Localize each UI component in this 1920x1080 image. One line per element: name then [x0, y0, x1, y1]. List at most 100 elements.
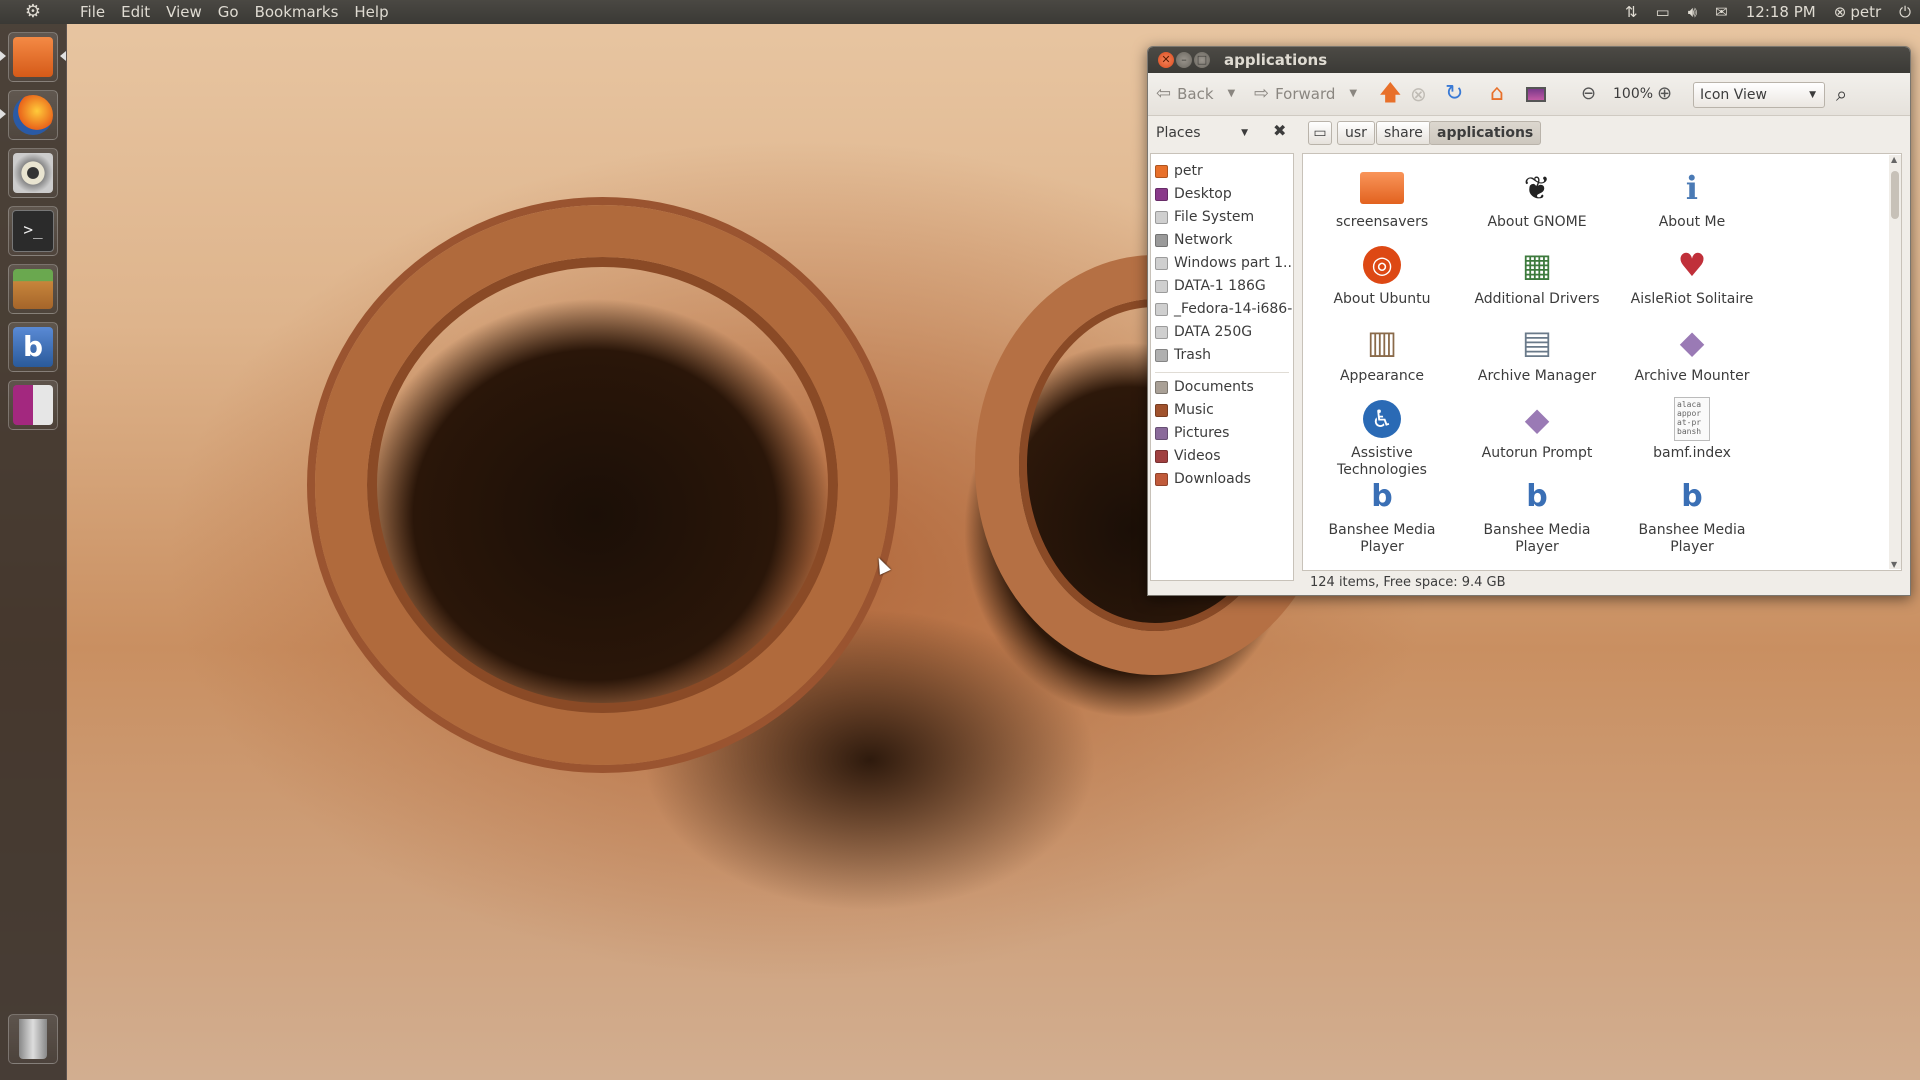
sidebar-item[interactable]: File System: [1155, 206, 1254, 228]
sidebar-item[interactable]: DATA-1 186G: [1155, 275, 1266, 297]
file-item[interactable]: ♥ AisleRiot Solitaire: [1617, 243, 1767, 308]
file-item[interactable]: ▤ Archive Manager: [1462, 320, 1612, 385]
breadcrumb-share[interactable]: share: [1376, 121, 1431, 145]
chevron-down-icon: ▼: [1241, 128, 1248, 138]
back-history-dropdown-icon[interactable]: ▼: [1228, 73, 1236, 115]
scroll-down-icon[interactable]: ▼: [1891, 560, 1897, 569]
file-item[interactable]: ❦ About GNOME: [1462, 166, 1612, 231]
cinnamon-stick-left: [315, 205, 890, 765]
sidebar-bookmark-item[interactable]: Music: [1155, 399, 1214, 421]
sidebar-item[interactable]: Desktop: [1155, 183, 1232, 205]
launcher: >_ b: [0, 24, 67, 1080]
network-arrows-icon[interactable]: ⇅: [1625, 0, 1638, 24]
launcher-rhythmbox[interactable]: [8, 148, 58, 198]
minimize-window-button[interactable]: –: [1176, 52, 1192, 68]
menu-go[interactable]: Go: [210, 0, 247, 24]
place-icon: [1155, 187, 1168, 201]
sidebar-item[interactable]: Windows part 1...: [1155, 252, 1293, 274]
launcher-home-folder[interactable]: [8, 32, 58, 82]
sidebar-item-label: petr: [1174, 163, 1203, 179]
file-item[interactable]: alaca appor at-pr bansh bamf.index: [1617, 397, 1767, 462]
zoom-level[interactable]: 100%: [1613, 73, 1653, 115]
sidebar-item-label: DATA 250G: [1174, 324, 1253, 340]
user-menu[interactable]: ⊗ petr: [1834, 0, 1881, 24]
file-item[interactable]: b Banshee Media Player: [1462, 474, 1612, 556]
launcher-terminal[interactable]: >_: [8, 206, 58, 256]
reload-button[interactable]: ↻: [1445, 73, 1463, 115]
file-item[interactable]: ◆ Autorun Prompt: [1462, 397, 1612, 462]
file-item[interactable]: ♿ Assistive Technologies: [1307, 397, 1457, 479]
file-item[interactable]: ℹ About Me: [1617, 166, 1767, 231]
file-label: Banshee Media Player: [1483, 522, 1591, 555]
forward-button[interactable]: ⇨ Forward ▼: [1254, 73, 1357, 115]
sidebar-item[interactable]: Trash: [1155, 344, 1211, 366]
maximize-window-button[interactable]: □: [1194, 52, 1210, 68]
menu-file[interactable]: File: [72, 0, 113, 24]
search-button[interactable]: ⌕: [1836, 73, 1847, 115]
power-icon[interactable]: ⏻: [1899, 0, 1911, 24]
zoom-in-button[interactable]: ⊕: [1657, 73, 1672, 115]
file-item[interactable]: b Banshee Media Player: [1617, 474, 1767, 556]
place-icon: [1155, 279, 1168, 293]
scroll-up-icon[interactable]: ▲: [1891, 155, 1897, 164]
file-item[interactable]: ◎ About Ubuntu: [1307, 243, 1457, 308]
workspaces-icon: [13, 385, 53, 425]
sidebar-item[interactable]: petr: [1155, 160, 1203, 182]
sidebar-item-label: Documents: [1174, 379, 1254, 395]
speaker-icon: [13, 153, 53, 193]
volume-icon[interactable]: 🔊︎: [1688, 0, 1697, 24]
home-button[interactable]: ⌂: [1490, 73, 1504, 115]
file-item[interactable]: ◆ Archive Mounter: [1617, 320, 1767, 385]
launcher-workspace-switcher[interactable]: [8, 380, 58, 430]
menu-view[interactable]: View: [158, 0, 210, 24]
ubuntu-logo-icon[interactable]: ⚙: [22, 1, 44, 23]
banshee-icon: b: [1526, 478, 1548, 514]
forward-history-dropdown-icon[interactable]: ▼: [1349, 73, 1357, 115]
window-titlebar[interactable]: ✕ – □ applications: [1148, 47, 1910, 73]
breadcrumb-root[interactable]: ▭: [1308, 121, 1332, 145]
chevron-down-icon: ▼: [1809, 90, 1816, 100]
menu-help[interactable]: Help: [346, 0, 396, 24]
user-info-icon: ℹ: [1685, 168, 1699, 207]
folder-icon: [1155, 449, 1168, 463]
sidebar-item[interactable]: Network: [1155, 229, 1232, 251]
breadcrumb-usr[interactable]: usr: [1337, 121, 1375, 145]
menu-bookmarks[interactable]: Bookmarks: [247, 0, 347, 24]
sidebar-bookmark-item[interactable]: Videos: [1155, 445, 1221, 467]
view-mode-select[interactable]: Icon View ▼: [1693, 82, 1825, 108]
sidebar-bookmark-item[interactable]: Pictures: [1155, 422, 1229, 444]
sidebar-item[interactable]: _Fedora-14-i686-: [1155, 298, 1292, 320]
file-manager-window: ✕ – □ applications ⇦ Back ▼ ⇨ Forward ▼ 🡅 ⊗ …: [1147, 46, 1911, 596]
launcher-trash[interactable]: [8, 1014, 58, 1064]
sidebar-bookmark-item[interactable]: Downloads: [1155, 468, 1251, 490]
close-window-button[interactable]: ✕: [1158, 52, 1174, 68]
launcher-firefox[interactable]: [8, 90, 58, 140]
sidebar-item[interactable]: DATA 250G: [1155, 321, 1252, 343]
file-item[interactable]: ▥ Appearance: [1307, 320, 1457, 385]
mail-icon[interactable]: ✉: [1715, 0, 1728, 24]
file-item[interactable]: ▦ Additional Drivers: [1462, 243, 1612, 308]
launcher-banshee[interactable]: b: [8, 322, 58, 372]
up-button[interactable]: 🡅: [1379, 73, 1402, 115]
cards-icon: ♥: [1677, 245, 1707, 284]
breadcrumb-applications[interactable]: applications: [1429, 121, 1542, 145]
menu-edit[interactable]: Edit: [113, 0, 158, 24]
file-item[interactable]: screensavers: [1307, 166, 1457, 231]
gnome-foot-icon: ❦: [1523, 168, 1551, 207]
sidebar-bookmark-item[interactable]: Documents: [1155, 376, 1254, 398]
scrollbar-thumb[interactable]: [1891, 171, 1899, 219]
computer-button[interactable]: [1526, 73, 1546, 115]
launcher-software-center[interactable]: [8, 264, 58, 314]
folder-icon: [1155, 426, 1168, 440]
display-icon[interactable]: ▭: [1656, 0, 1670, 24]
drivers-icon: ▦: [1521, 245, 1553, 284]
clock[interactable]: 12:18 PM: [1746, 0, 1816, 24]
sidebar-places-select[interactable]: Places ▼: [1156, 123, 1266, 143]
vertical-scrollbar[interactable]: ▲ ▼: [1889, 155, 1901, 569]
back-button[interactable]: ⇦ Back ▼: [1156, 73, 1235, 115]
zoom-out-button[interactable]: ⊖: [1581, 73, 1596, 115]
close-sidebar-icon[interactable]: ✖: [1273, 121, 1286, 140]
indicator-area: ⇅ ▭ 🔊︎ ✉ 12:18 PM ⊗ petr ⏻: [1616, 0, 1920, 24]
file-item[interactable]: b Banshee Media Player: [1307, 474, 1457, 556]
stop-button[interactable]: ⊗: [1410, 73, 1427, 115]
